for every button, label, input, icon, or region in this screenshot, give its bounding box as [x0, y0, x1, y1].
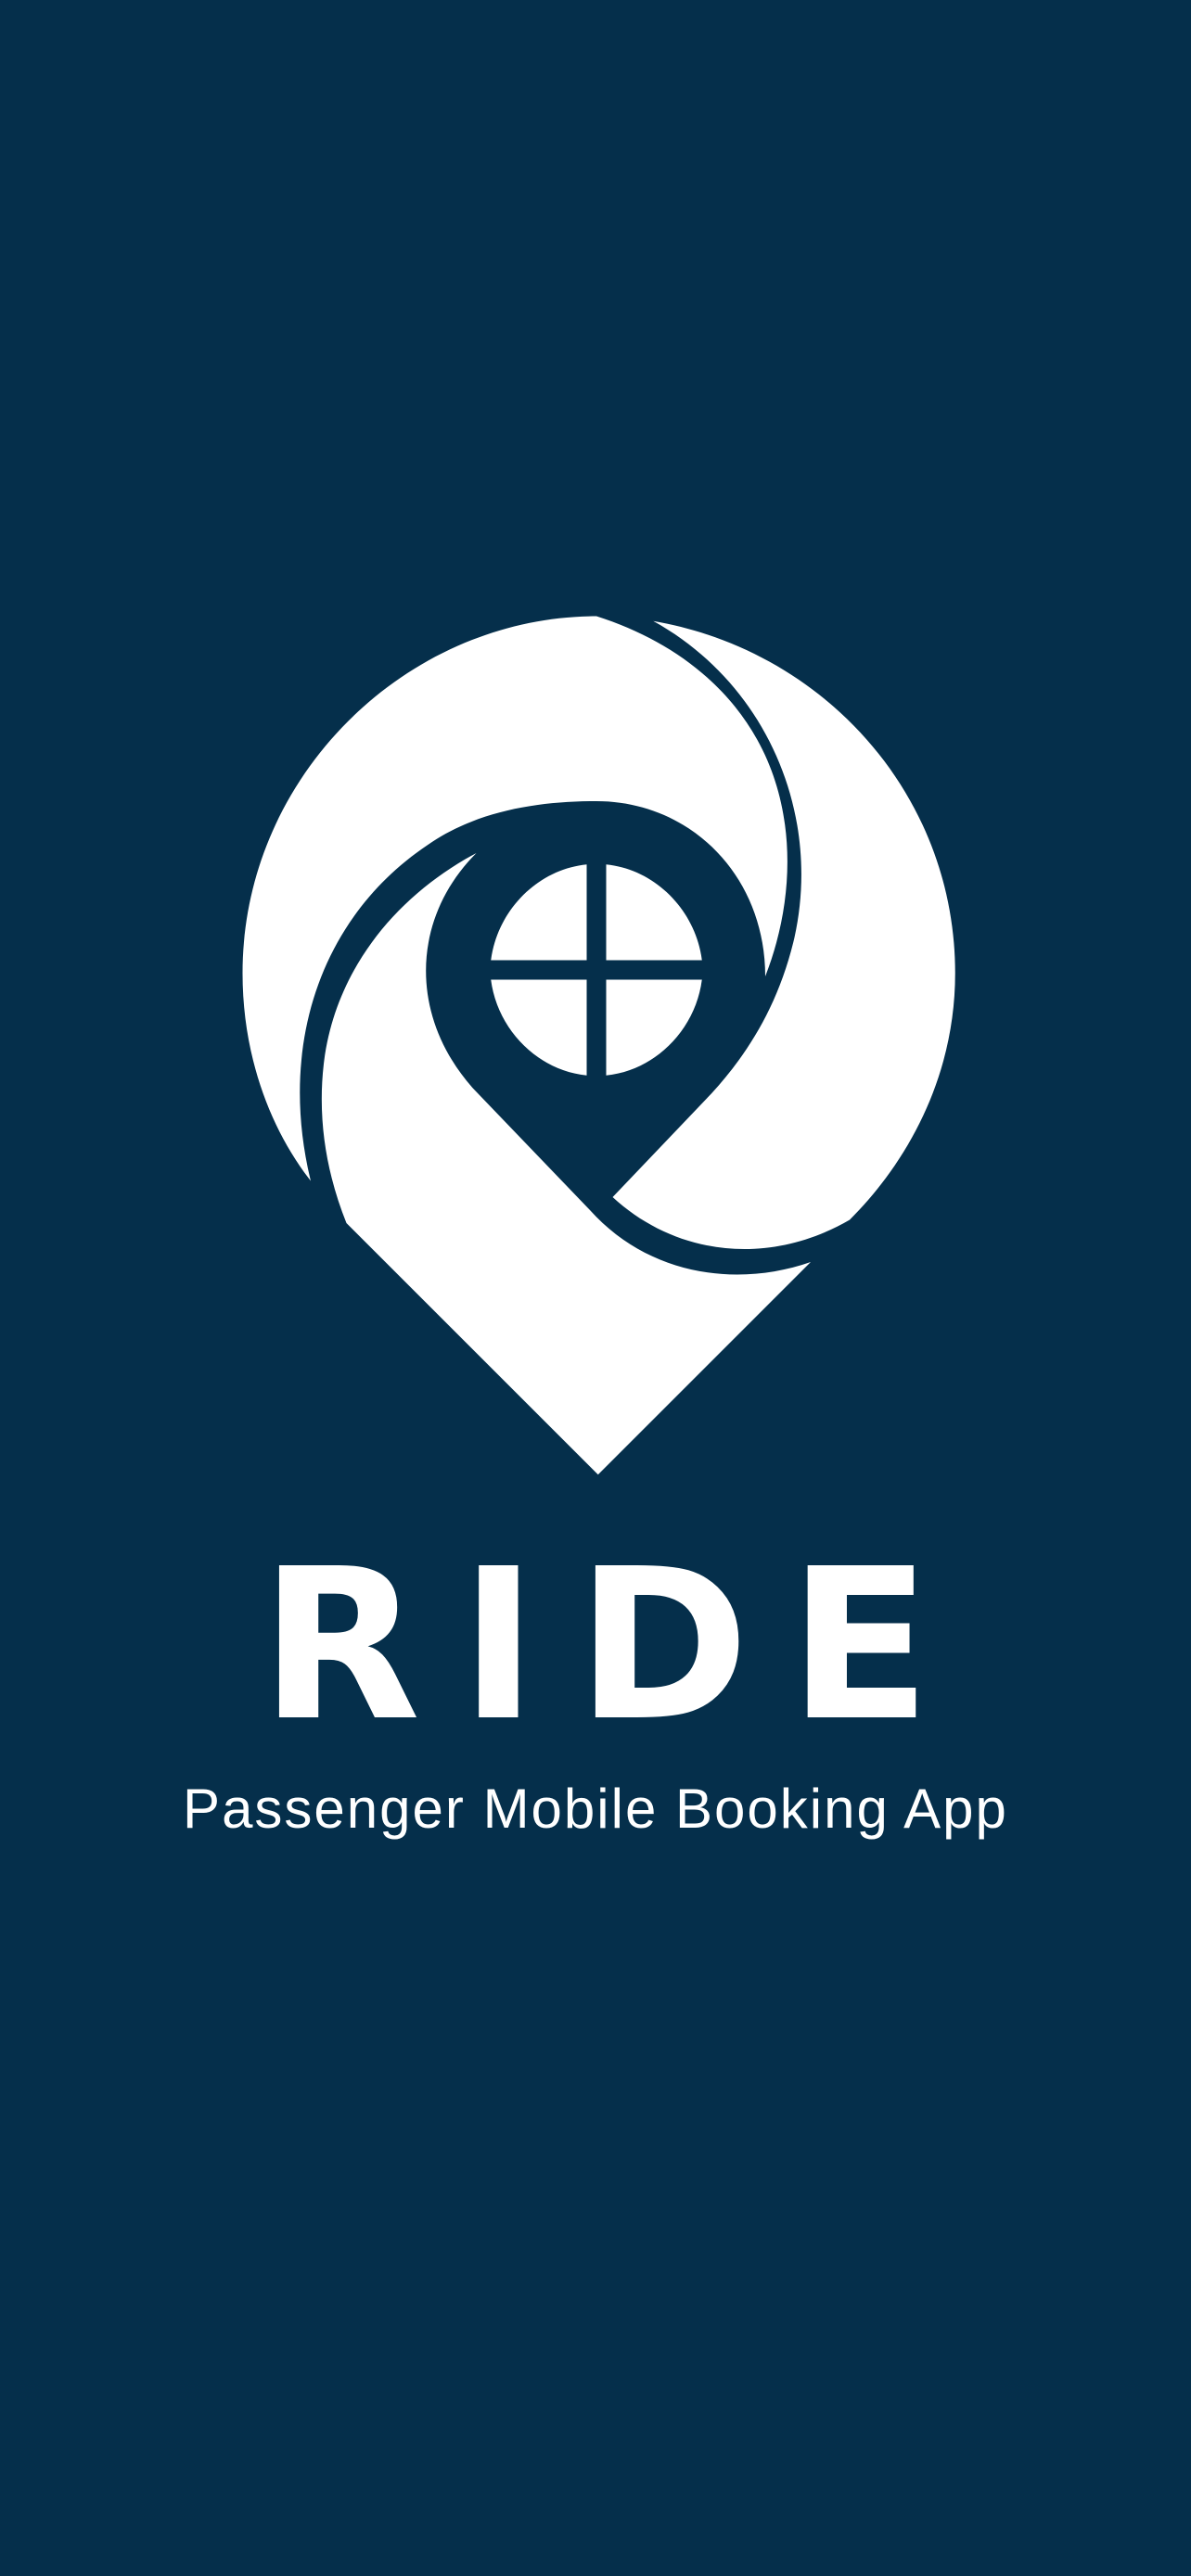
splash-screen: RIDE Passenger Mobile Booking App [0, 0, 1191, 2576]
app-name: RIDE [260, 1524, 970, 1767]
logo-window-quadrant-bl [491, 979, 587, 1076]
logo-window-quadrant-br [606, 979, 702, 1076]
logo-window-quadrant-tr [606, 864, 702, 961]
app-tagline: Passenger Mobile Booking App [183, 1778, 1008, 1840]
logo-map-pin-icon [242, 616, 955, 1475]
logo-window-quadrant-tl [491, 864, 587, 961]
